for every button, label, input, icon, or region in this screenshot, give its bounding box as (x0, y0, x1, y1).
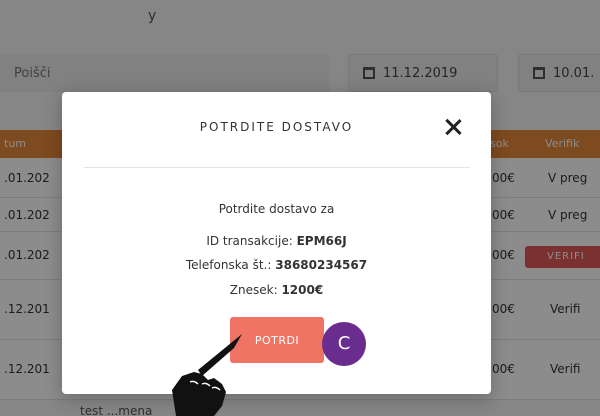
step-badge: C (322, 322, 366, 366)
amount-value: 1200€ (281, 283, 324, 297)
transaction-id-line: ID transakcije: EPM66J (62, 234, 491, 248)
amount-line: Znesek: 1200€ (62, 283, 491, 297)
pointing-hand-icon (172, 334, 242, 416)
transaction-id-label: ID transakcije: (206, 234, 293, 248)
divider (84, 167, 470, 168)
dialog-prompt: Potrdite dostavo za (218, 202, 335, 216)
phone-label: Telefonska št.: (185, 258, 272, 272)
phone-value: 38680234567 (275, 258, 368, 272)
close-icon[interactable] (442, 116, 464, 138)
dialog-title: POTRDITE DOSTAVO (199, 120, 354, 134)
phone-line: Telefonska št.: 38680234567 (62, 258, 491, 272)
confirm-delivery-dialog: POTRDITE DOSTAVO Potrdite dostavo za ID … (62, 92, 491, 394)
transaction-id-value: EPM66J (296, 234, 347, 248)
amount-label: Znesek: (229, 283, 278, 297)
